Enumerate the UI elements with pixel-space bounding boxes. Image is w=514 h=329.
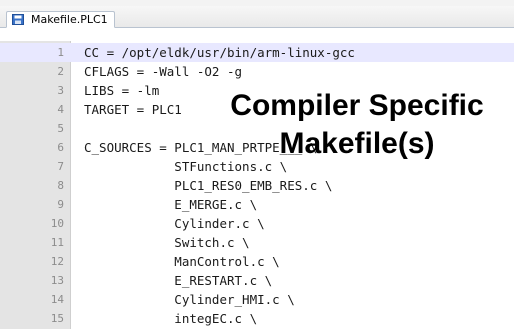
code-line[interactable]: 8 PLC1_RES0_EMB_RES.c \ (0, 176, 514, 195)
line-number: 6 (57, 141, 64, 154)
code-line[interactable]: 12 ManControl.c \ (0, 252, 514, 271)
code-line[interactable]: 10 Cylinder.c \ (0, 214, 514, 233)
line-number: 1 (57, 46, 64, 59)
code-text[interactable]: Cylinder_HMI.c \ (84, 290, 294, 309)
overlay-line-2: Makefile(s) (279, 127, 435, 160)
line-number: 4 (57, 103, 64, 116)
line-number: 2 (57, 65, 64, 78)
code-text[interactable]: ManControl.c \ (84, 252, 279, 271)
code-text[interactable]: E_RESTART.c \ (84, 271, 272, 290)
line-number: 11 (50, 236, 64, 249)
code-text[interactable]: PLC1_RES0_EMB_RES.c \ (84, 176, 332, 195)
code-text[interactable]: integEC.c \ (84, 309, 257, 328)
line-number: 14 (50, 293, 64, 306)
code-editor[interactable]: 1 CC = /opt/eldk/usr/bin/arm-linux-gcc 2 CF… (0, 41, 514, 329)
notepad-window: Makefile.PLC1 1 CC = /opt/eldk/usr/bin/ar… (0, 0, 514, 329)
code-line[interactable]: 2 CFLAGS = -Wall -O2 -g (0, 62, 514, 81)
code-text[interactable]: CC = /opt/eldk/usr/bin/arm-linux-gcc (84, 43, 355, 62)
line-number: 5 (57, 122, 64, 135)
code-line[interactable]: 9 E_MERGE.c \ (0, 195, 514, 214)
line-number: 9 (57, 198, 64, 211)
code-line[interactable]: 13 E_RESTART.c \ (0, 271, 514, 290)
code-text[interactable]: Cylinder.c \ (84, 214, 264, 233)
code-line[interactable]: 15 integEC.c \ (0, 309, 514, 328)
line-number: 13 (50, 274, 64, 287)
line-number: 8 (57, 179, 64, 192)
tab-label: Makefile.PLC1 (31, 13, 108, 26)
code-line[interactable]: 14 Cylinder_HMI.c \ (0, 290, 514, 309)
line-number: 3 (57, 84, 64, 97)
line-number: 15 (50, 312, 64, 325)
tab-makefile-plc1[interactable]: Makefile.PLC1 (6, 11, 115, 28)
overlay-line-1: Compiler Specific (230, 89, 484, 122)
code-line[interactable]: 11 Switch.c \ (0, 233, 514, 252)
line-number: 7 (57, 160, 64, 173)
code-text[interactable]: TARGET = PLC1 (84, 100, 182, 119)
slide-overlay-title: Compiler Specific Makefile(s) (203, 87, 511, 163)
code-text[interactable]: CFLAGS = -Wall -O2 -g (84, 62, 242, 81)
code-text[interactable]: Switch.c \ (84, 233, 249, 252)
code-text[interactable]: LIBS = -lm (84, 81, 159, 100)
code-line[interactable]: 1 CC = /opt/eldk/usr/bin/arm-linux-gcc (0, 43, 514, 62)
line-number: 10 (50, 217, 64, 230)
line-number: 12 (50, 255, 64, 268)
save-icon (12, 14, 24, 25)
code-text[interactable]: E_MERGE.c \ (84, 195, 257, 214)
tab-bar: Makefile.PLC1 (0, 6, 514, 28)
